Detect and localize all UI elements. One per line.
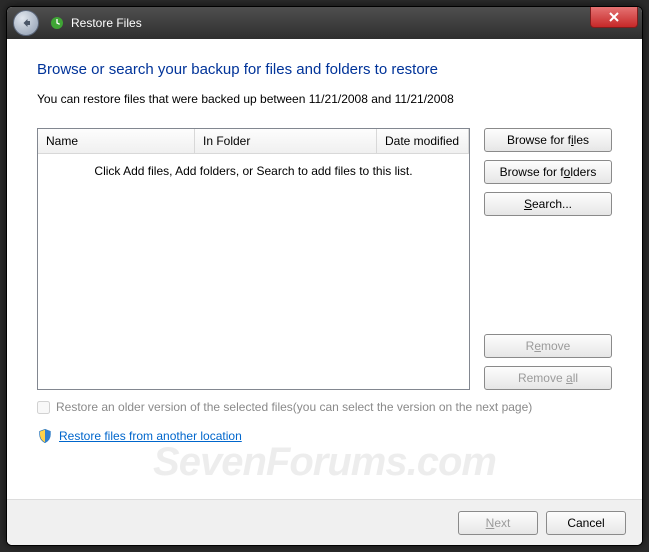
next-button: Next (458, 511, 538, 535)
close-icon (609, 12, 619, 22)
remove-all-button: Remove all (484, 366, 612, 390)
dialog-body: Browse or search your backup for files a… (7, 39, 642, 545)
window-title: Restore Files (71, 16, 142, 30)
remove-button: Remove (484, 334, 612, 358)
shield-icon (37, 428, 53, 444)
empty-list-message: Click Add files, Add folders, or Search … (38, 154, 469, 188)
browse-folders-button[interactable]: Browse for folders (484, 160, 612, 184)
file-list[interactable]: Name In Folder Date modified Click Add f… (37, 128, 470, 390)
older-version-checkbox-row: Restore an older version of the selected… (37, 400, 612, 414)
restore-icon (49, 15, 65, 31)
titlebar: Restore Files (7, 7, 642, 39)
column-name[interactable]: Name (38, 129, 195, 153)
page-heading: Browse or search your backup for files a… (37, 61, 612, 78)
list-header: Name In Folder Date modified (38, 129, 469, 154)
column-in-folder[interactable]: In Folder (195, 129, 377, 153)
restore-from-another-location-link[interactable]: Restore files from another location (59, 429, 242, 443)
search-button[interactable]: Search... (484, 192, 612, 216)
older-version-checkbox (37, 401, 50, 414)
close-button[interactable] (590, 7, 638, 28)
browse-files-button[interactable]: Browse for files (484, 128, 612, 152)
restore-files-window: Restore Files Browse or search your back… (6, 6, 643, 546)
column-date-modified[interactable]: Date modified (377, 129, 469, 153)
cancel-button[interactable]: Cancel (546, 511, 626, 535)
watermark: SevenForums.com (7, 440, 642, 485)
dialog-footer: Next Cancel (7, 499, 642, 545)
older-version-label: Restore an older version of the selected… (56, 400, 532, 414)
back-arrow-icon (20, 17, 32, 29)
page-subhead: You can restore files that were backed u… (37, 92, 612, 106)
back-button[interactable] (13, 10, 39, 36)
side-buttons: Browse for files Browse for folders Sear… (484, 128, 612, 390)
